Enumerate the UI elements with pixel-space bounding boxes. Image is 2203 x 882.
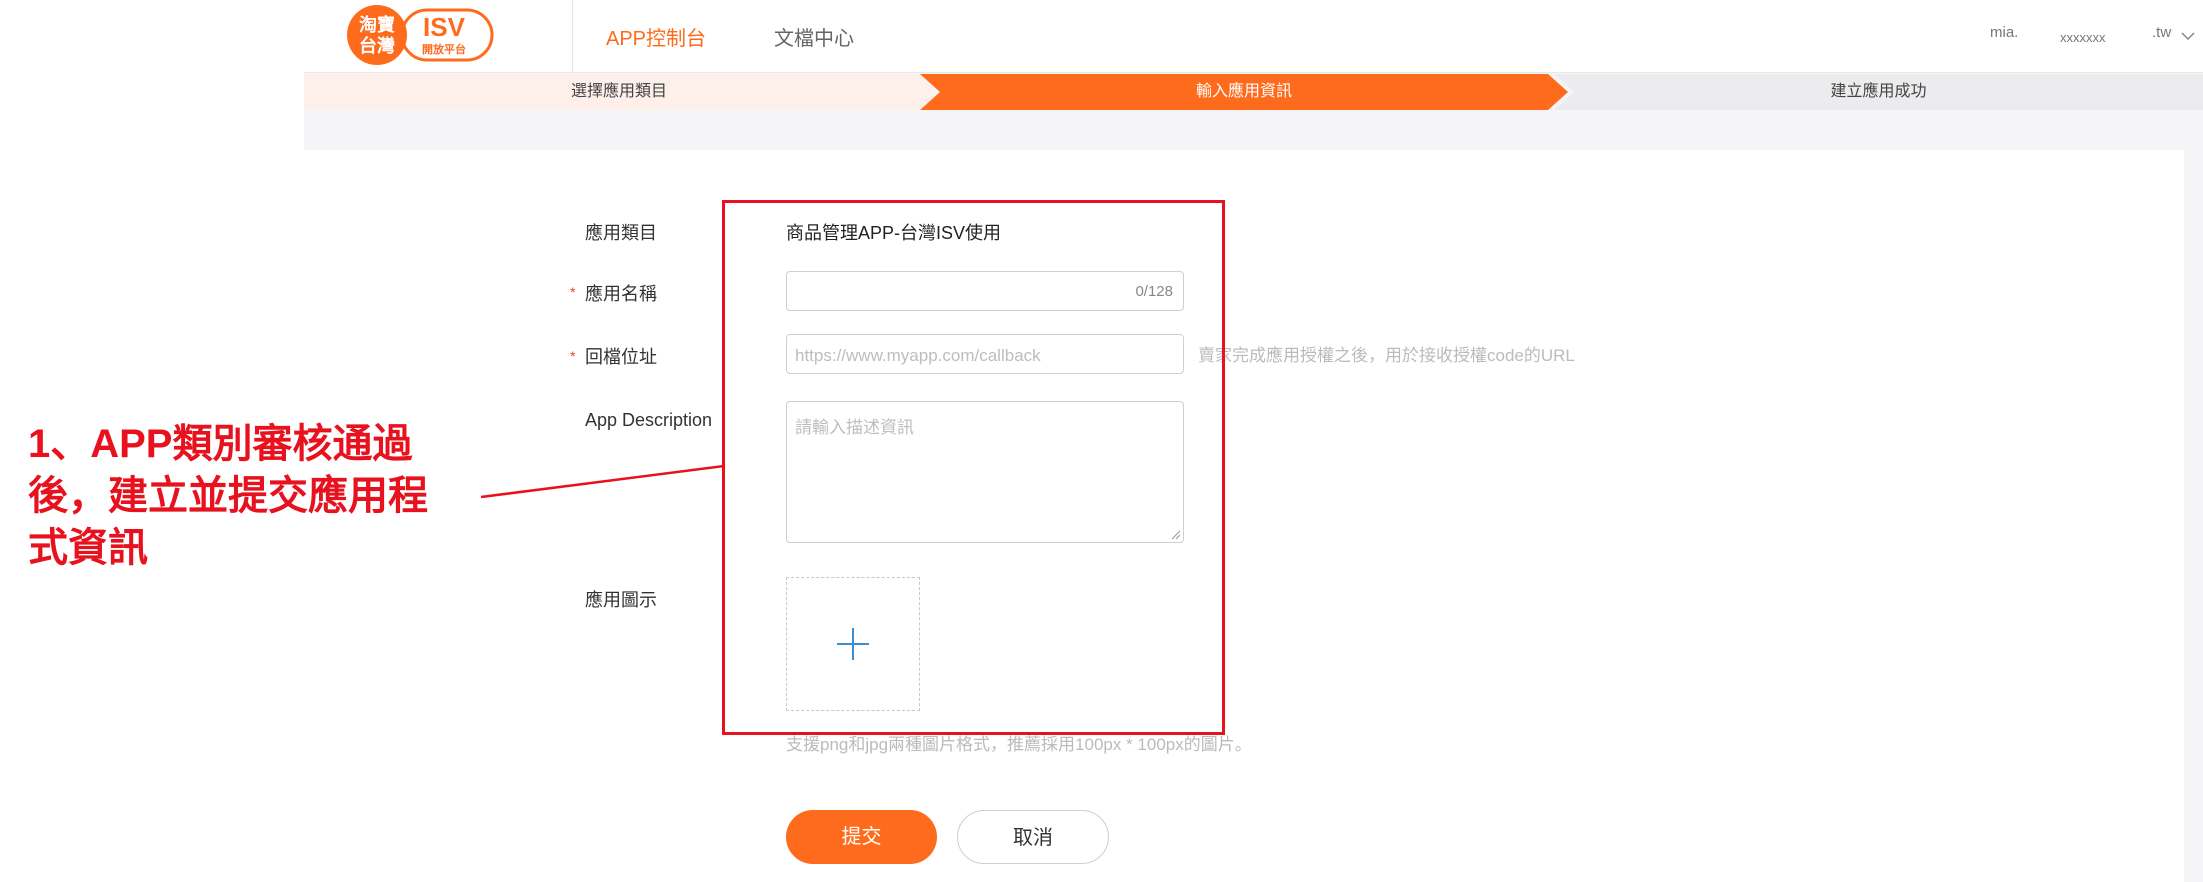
annotation-line-2: 後，建立並提交應用程: [28, 474, 428, 518]
annotation-line-1: 1、APP類別審核通過: [28, 422, 413, 466]
annotation-callout: 1、APP類別審核通過 後，建立並提交應用程 式資訊: [28, 418, 488, 574]
annotation-line-3: 式資訊: [28, 526, 148, 570]
